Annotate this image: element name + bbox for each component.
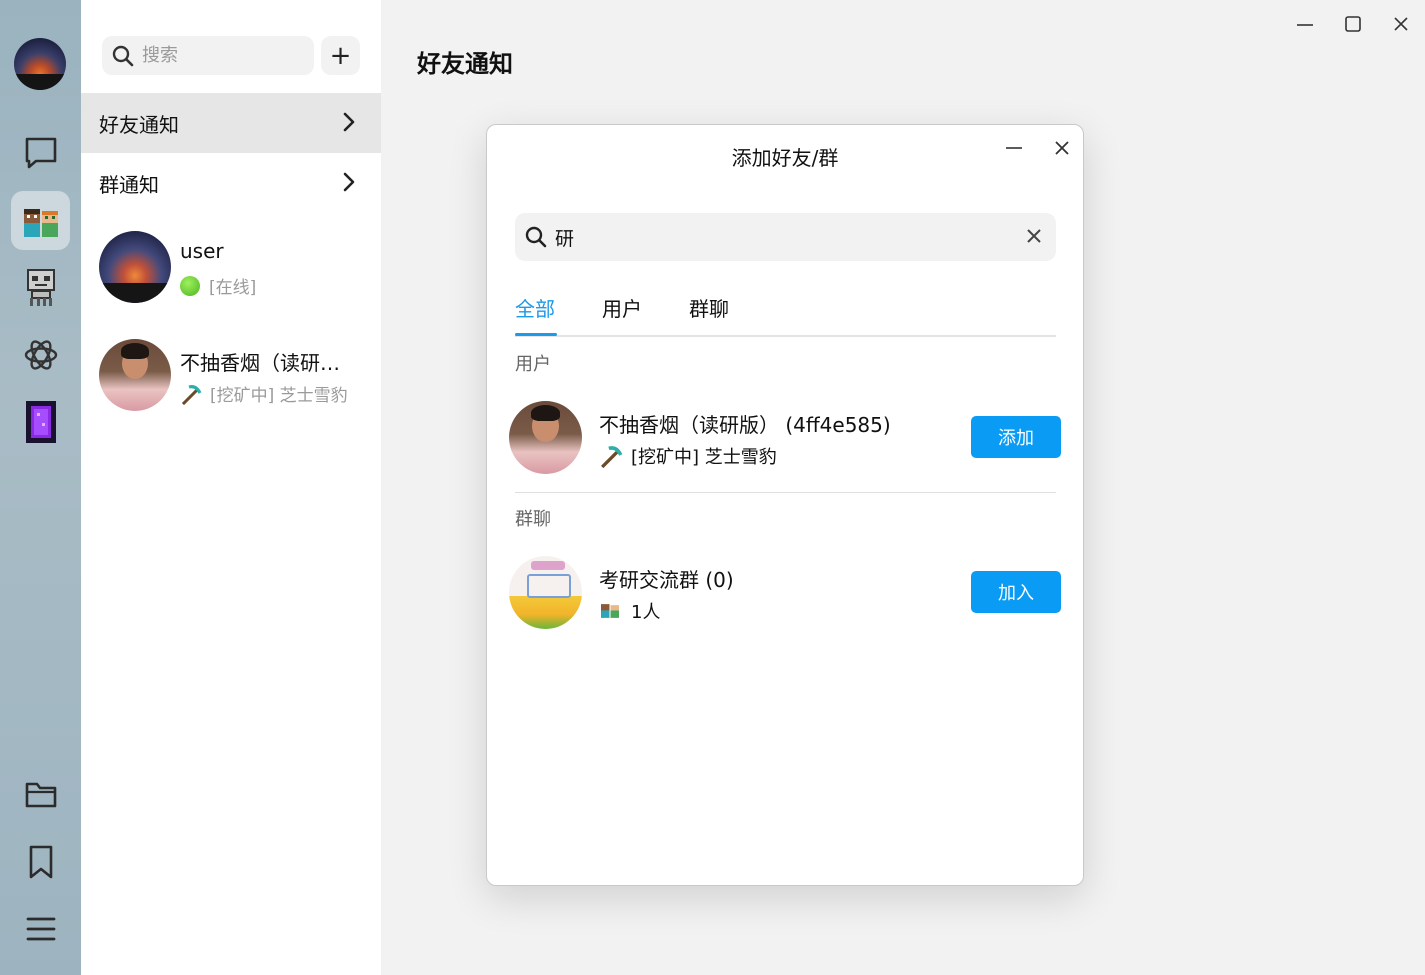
chat-bubble-icon bbox=[25, 137, 56, 168]
pickaxe-icon bbox=[601, 446, 623, 468]
nav-label: 群通知 bbox=[99, 172, 159, 197]
group-avatar bbox=[509, 556, 582, 629]
contact-name: 不抽香烟（读研… bbox=[180, 351, 340, 375]
bookmark-button[interactable] bbox=[11, 832, 70, 891]
openai-icon bbox=[24, 339, 57, 370]
avatar bbox=[99, 339, 171, 411]
divider bbox=[515, 492, 1056, 493]
maximize-icon bbox=[1345, 16, 1361, 32]
window-maximize-button[interactable] bbox=[1341, 12, 1365, 36]
friends-icon bbox=[601, 604, 619, 618]
openai-button[interactable] bbox=[11, 325, 70, 384]
user-name: 不抽香烟（读研版） (4ff4e585) bbox=[599, 413, 891, 437]
contact-item[interactable]: user [在线] bbox=[81, 221, 381, 311]
tab-users[interactable]: 用户 bbox=[602, 293, 642, 322]
tab-groups[interactable]: 群聊 bbox=[689, 293, 729, 322]
friends-icon bbox=[23, 208, 58, 237]
result-tabs: 全部 用户 群聊 bbox=[515, 293, 1056, 337]
group-result: 考研交流群 (0) 1人 加入 bbox=[509, 556, 1063, 636]
folder-icon bbox=[25, 782, 56, 807]
pickaxe-icon bbox=[181, 384, 202, 405]
add-friend-group-dialog: 添加好友/群 全部 用户 群聊 用户 不抽香烟（读研版） (4ff4e585) … bbox=[486, 124, 1084, 886]
close-icon bbox=[1394, 17, 1408, 31]
add-friend-button[interactable]: 添加 bbox=[971, 416, 1061, 458]
bookmark-icon bbox=[29, 845, 52, 878]
contact-status: [在线] bbox=[180, 273, 256, 298]
menu-icon bbox=[26, 917, 55, 940]
user-status: [挖矿中] 芝士雪豹 bbox=[599, 443, 777, 469]
chat-button[interactable] bbox=[11, 123, 70, 182]
folder-button[interactable] bbox=[11, 765, 70, 824]
dialog-close-button[interactable] bbox=[1051, 137, 1073, 159]
page-title: 好友通知 bbox=[417, 50, 513, 78]
dialog-minimize-button[interactable] bbox=[1003, 137, 1025, 159]
portal-button[interactable] bbox=[11, 392, 70, 451]
chevron-right-icon bbox=[343, 172, 355, 192]
portal-icon bbox=[25, 400, 56, 443]
nav-group-notifications[interactable]: 群通知 bbox=[81, 153, 381, 213]
contact-item[interactable]: 不抽香烟（读研… [挖矿中] 芝士雪豹 bbox=[81, 329, 381, 419]
friends-button[interactable] bbox=[11, 191, 70, 250]
window-close-button[interactable] bbox=[1389, 12, 1413, 36]
avatar bbox=[509, 401, 582, 474]
active-tab-indicator bbox=[515, 333, 557, 336]
robot-icon bbox=[26, 268, 55, 306]
avatar bbox=[99, 231, 171, 303]
menu-button[interactable] bbox=[11, 899, 70, 958]
search-icon bbox=[525, 226, 547, 248]
nav-friend-notifications[interactable]: 好友通知 bbox=[81, 93, 381, 153]
dialog-search-input[interactable] bbox=[555, 226, 995, 248]
minimize-icon bbox=[1297, 24, 1313, 26]
search-input[interactable] bbox=[142, 45, 292, 66]
robot-button[interactable] bbox=[11, 257, 70, 316]
window-minimize-button[interactable] bbox=[1293, 12, 1317, 36]
join-group-button[interactable]: 加入 bbox=[971, 571, 1061, 613]
user-result: 不抽香烟（读研版） (4ff4e585) [挖矿中] 芝士雪豹 添加 bbox=[509, 401, 1063, 481]
online-dot-icon bbox=[180, 275, 200, 296]
clear-icon[interactable] bbox=[1024, 226, 1044, 246]
list-search[interactable] bbox=[102, 36, 314, 75]
add-button[interactable]: + bbox=[321, 36, 360, 75]
section-users-label: 用户 bbox=[515, 354, 551, 375]
group-name: 考研交流群 (0) bbox=[599, 568, 734, 592]
dialog-search[interactable] bbox=[515, 213, 1056, 261]
icon-rail bbox=[0, 0, 81, 975]
dialog-title: 添加好友/群 bbox=[731, 146, 839, 170]
minimize-icon bbox=[1006, 147, 1022, 149]
contact-status: [挖矿中] 芝士雪豹 bbox=[180, 381, 348, 406]
chevron-right-icon bbox=[343, 112, 355, 132]
tab-all[interactable]: 全部 bbox=[515, 293, 555, 322]
my-avatar[interactable] bbox=[14, 38, 66, 90]
section-groups-label: 群聊 bbox=[515, 509, 551, 530]
group-members: 1人 bbox=[599, 598, 660, 624]
contact-name: user bbox=[180, 239, 224, 263]
nav-label: 好友通知 bbox=[99, 112, 179, 137]
close-icon bbox=[1055, 141, 1069, 155]
conversation-list: + 好友通知 群通知 user [在线] 不抽香烟（读研… [挖矿中] 芝士雪豹 bbox=[81, 0, 381, 975]
search-icon bbox=[112, 45, 134, 66]
